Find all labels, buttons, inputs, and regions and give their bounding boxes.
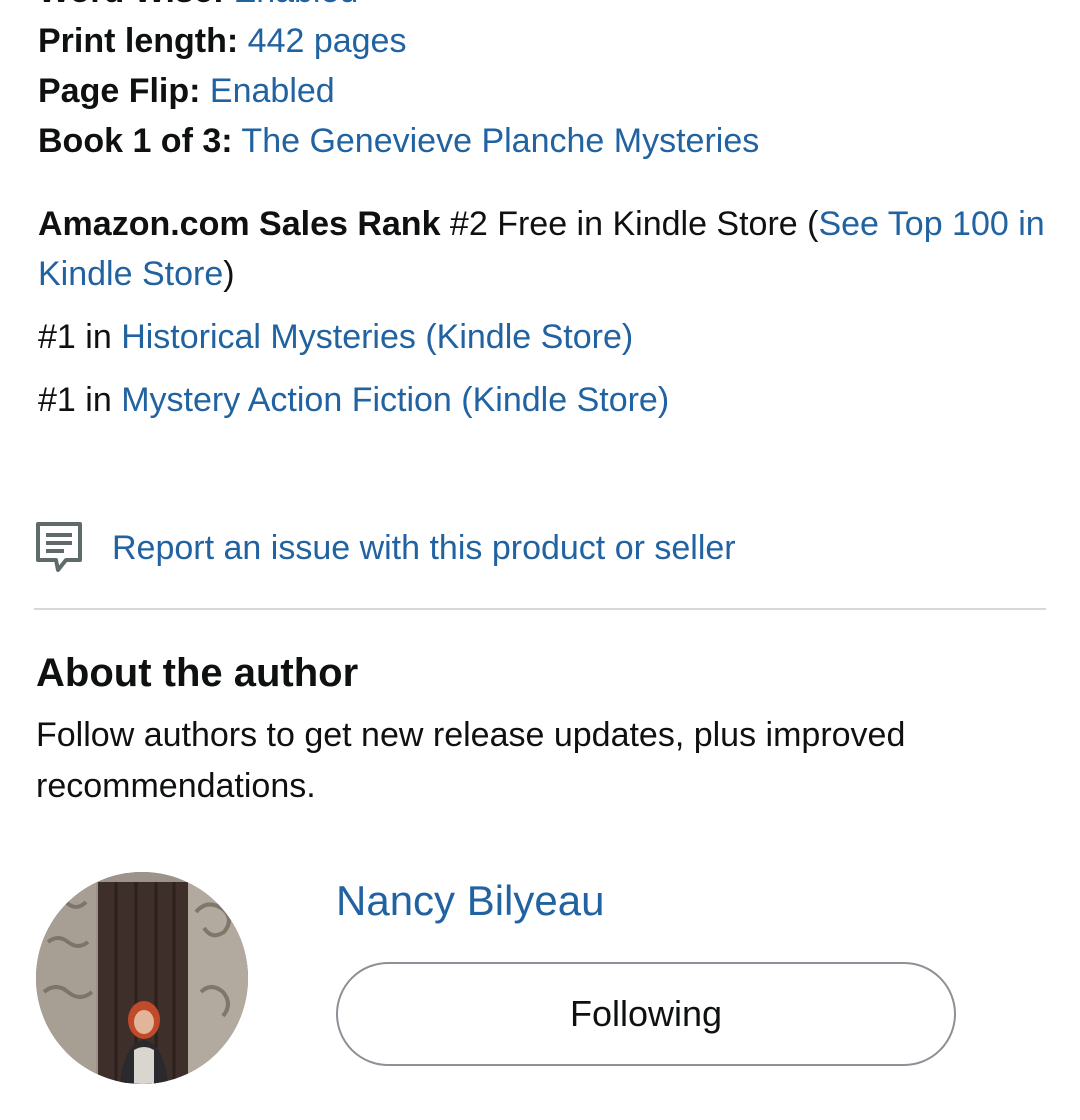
detail-print-length: Print length: 442 pages (38, 16, 1048, 66)
product-details: Word Wise: Enabled Print length: 442 pag… (38, 0, 1048, 166)
category-rank: #1 in Historical Mysteries (Kindle Store… (38, 312, 633, 362)
detail-word-wise: Word Wise: Enabled (38, 0, 1048, 16)
detail-value-link[interactable]: Enabled (210, 72, 335, 110)
sales-rank-text: #2 Free in Kindle Store ( (440, 205, 819, 243)
author-photo (36, 872, 248, 1084)
category-rank: #1 in Mystery Action Fiction (Kindle Sto… (38, 375, 669, 425)
about-author-heading: About the author (36, 651, 359, 695)
detail-label: Book 1 of 3: (38, 122, 233, 160)
author-name-link[interactable]: Nancy Bilyeau (336, 874, 604, 928)
category-rank-number: #1 in (38, 318, 122, 356)
author-avatar[interactable] (36, 872, 248, 1084)
feedback-icon (36, 522, 82, 572)
category-link[interactable]: Historical Mysteries (Kindle Store) (121, 318, 633, 356)
detail-label: Page Flip: (38, 72, 201, 110)
detail-series: Book 1 of 3: The Genevieve Planche Myste… (38, 116, 1048, 166)
section-divider (34, 608, 1046, 610)
report-issue-row[interactable]: Report an issue with this product or sel… (34, 520, 736, 576)
category-rank-number: #1 in (38, 381, 122, 419)
following-button[interactable]: Following (336, 962, 956, 1066)
category-link[interactable]: Mystery Action Fiction (Kindle Store) (121, 381, 669, 419)
sales-rank-label: Amazon.com Sales Rank (38, 205, 441, 243)
detail-value-link[interactable]: Enabled (234, 0, 359, 10)
detail-value-link[interactable]: 442 pages (248, 22, 407, 60)
detail-page-flip: Page Flip: Enabled (38, 66, 1048, 116)
detail-label: Word Wise: (38, 0, 224, 10)
about-author-subtitle: Follow authors to get new release update… (36, 716, 906, 805)
series-link[interactable]: The Genevieve Planche Mysteries (241, 122, 759, 160)
sales-rank: Amazon.com Sales Rank #2 Free in Kindle … (38, 199, 1048, 299)
sales-rank-close: ) (223, 255, 235, 293)
detail-label: Print length: (38, 22, 239, 60)
report-issue-link[interactable]: Report an issue with this product or sel… (112, 523, 736, 573)
